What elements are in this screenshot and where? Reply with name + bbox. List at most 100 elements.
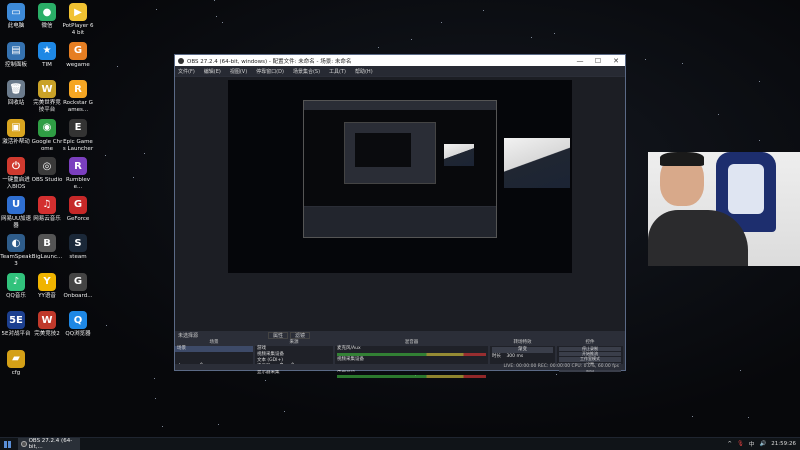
desktop-icon-label: PotPlayer 64 bit	[62, 23, 94, 36]
app-icon: ♫	[38, 195, 56, 214]
desktop-icon-label: Google Chrome	[31, 138, 63, 152]
menu-help[interactable]: 帮助(H)	[355, 68, 373, 75]
taskbar-obs-item[interactable]: OBS 27.2.4 (64-bit,...	[18, 437, 80, 450]
star	[264, 380, 266, 382]
clock[interactable]: 21:59:26	[771, 441, 796, 447]
obs-app-icon	[178, 57, 184, 64]
star	[440, 22, 442, 24]
desktop-icon[interactable]: Gwegame	[62, 41, 94, 69]
duration-input[interactable]: 300 ms	[506, 354, 523, 359]
desktop-icon-label: OBS Studio	[31, 177, 63, 183]
menu-scene-collection[interactable]: 场景集合(S)	[293, 68, 320, 75]
desktop-icon[interactable]: E Epic Games Launcher	[62, 118, 94, 153]
desktop-icon[interactable]: ◉ Google Chrome	[31, 118, 63, 153]
desktop-icon[interactable]: Y YY语音	[31, 272, 63, 300]
microphone-icon[interactable]: 🎙	[737, 441, 744, 447]
minimize-icon[interactable]: —	[571, 57, 589, 65]
desktop-icon[interactable]: ▭ 此电脑	[0, 3, 32, 30]
menu-file[interactable]: 文件(F)	[178, 68, 195, 75]
control-button[interactable]: 工作室模式	[559, 357, 621, 362]
desktop-icon[interactable]: ◎ OBS Studio	[31, 157, 63, 184]
mixer-channel-label: 麦克风/Aux	[337, 346, 361, 351]
taskbar: OBS 27.2.4 (64-bit,... ^ 🎙 中 🔊 21:59:26	[0, 437, 800, 450]
start-button[interactable]	[0, 438, 14, 450]
volume-meter[interactable]	[337, 375, 486, 378]
desktop-icon-label: Rumbleve...	[65, 177, 91, 190]
properties-button[interactable]: 属性	[268, 332, 289, 339]
obs-window[interactable]: OBS 27.2.4 (64-bit, windows) - 配置文件: 未命名…	[174, 54, 626, 378]
person-hair	[660, 152, 704, 166]
app-icon: G	[69, 272, 87, 291]
star	[104, 154, 106, 156]
app-icon: 🗑	[7, 80, 25, 98]
desktop-icon[interactable]: W 完美世界竞技平台	[31, 80, 63, 114]
star	[144, 152, 146, 154]
desktop-icon[interactable]: U 网易UU加速器	[0, 195, 32, 230]
menu-tools[interactable]: 工具(T)	[329, 68, 346, 75]
no-source-selected-label: 未选择源	[178, 333, 199, 339]
volume-icon[interactable]: 🔊	[759, 441, 766, 447]
preview-canvas[interactable]	[228, 80, 572, 273]
desktop-icon[interactable]: B BigLaunc...	[31, 234, 63, 261]
menu-edit[interactable]: 编辑(E)	[204, 68, 221, 75]
app-icon: ◉	[38, 118, 56, 137]
desktop-icon-label: QQ浏览器	[65, 331, 91, 337]
volume-meter[interactable]	[337, 353, 486, 356]
app-icon: ▶	[69, 3, 87, 21]
transition-select[interactable]: 渐变	[492, 347, 553, 353]
desktop-icon[interactable]: ♪ QQ音乐	[0, 272, 32, 300]
nested-obs-capture	[303, 100, 497, 238]
filters-button[interactable]: 滤镜	[290, 332, 311, 339]
desktop-icon[interactable]: G Onboard...	[62, 272, 94, 300]
desktop-icon[interactable]: R Rumbleve...	[62, 157, 94, 191]
desktop-icon[interactable]: ★ TIM	[31, 41, 63, 69]
maximize-icon[interactable]: ☐	[589, 57, 607, 65]
desktop-icon-label: 完美竞技2	[34, 331, 60, 337]
star	[116, 66, 118, 68]
menu-view[interactable]: 视图(V)	[230, 68, 247, 75]
desktop-icon[interactable]: ♫ 网易云音乐	[31, 195, 63, 223]
nested-preview	[304, 110, 496, 206]
desktop-icon[interactable]: ▣ 激活补帮动	[0, 118, 32, 146]
app-icon: W	[38, 80, 56, 98]
desktop-icon-label: wegame	[66, 61, 90, 68]
app-icon: R	[69, 157, 87, 175]
desktop-icon-label: Epic Games Launcher	[62, 138, 94, 152]
star	[759, 81, 761, 83]
star	[739, 369, 741, 371]
input-method-icon[interactable]: 中	[749, 440, 755, 448]
desktop-icon[interactable]: Ssteam	[62, 234, 94, 261]
star	[132, 177, 134, 179]
desktop-icon-label: 微信	[41, 23, 53, 29]
desktop-icon[interactable]: ● 微信	[31, 3, 63, 30]
desktop-icon[interactable]: G GeForce	[62, 195, 94, 223]
desktop-icon-label: 网易UU加速器	[0, 215, 32, 229]
obs-title-bar[interactable]: OBS 27.2.4 (64-bit, windows) - 配置文件: 未命名…	[175, 55, 625, 66]
star	[645, 58, 647, 60]
desktop-icon[interactable]: ⏻ 一键重启进入BIOS	[0, 157, 32, 191]
scene-item[interactable]: 场景	[175, 346, 253, 352]
desktop-icon-label: TeamSpeak 3	[0, 254, 32, 267]
desktop-icon[interactable]: 5E 5E对战平台	[0, 311, 32, 338]
obs-preview-area[interactable]	[175, 77, 625, 331]
desktop-icon[interactable]: ▶ PotPlayer 64 bit	[62, 3, 94, 37]
app-icon: S	[69, 234, 87, 252]
nested-preview-2	[355, 133, 411, 167]
desktop-icon[interactable]: R Rockstar Games...	[62, 80, 94, 114]
source-item[interactable]: 显示器采集	[255, 370, 333, 376]
desktop-icon[interactable]: Q QQ浏览器	[62, 311, 94, 338]
desktop-icon[interactable]: W 完美竞技2	[31, 311, 63, 338]
menu-docks[interactable]: 停靠窗口(D)	[256, 68, 284, 75]
tray-expand-icon[interactable]: ^	[727, 441, 732, 447]
app-icon: 5E	[7, 311, 25, 329]
app-icon: ▣	[7, 118, 25, 137]
desktop-icon[interactable]: 🗑 回收站	[0, 80, 32, 107]
close-icon[interactable]: ✕	[607, 57, 625, 65]
star	[161, 425, 163, 427]
desktop-icon[interactable]: ▰ cfg	[0, 349, 32, 377]
desktop-icon-label: TIM	[42, 61, 52, 68]
desktop-icon[interactable]: ◐ TeamSpeak 3	[0, 234, 32, 268]
windows-logo-icon	[3, 440, 11, 448]
app-icon: U	[7, 195, 25, 214]
desktop-icon[interactable]: ▤ 控制面板	[0, 41, 32, 69]
